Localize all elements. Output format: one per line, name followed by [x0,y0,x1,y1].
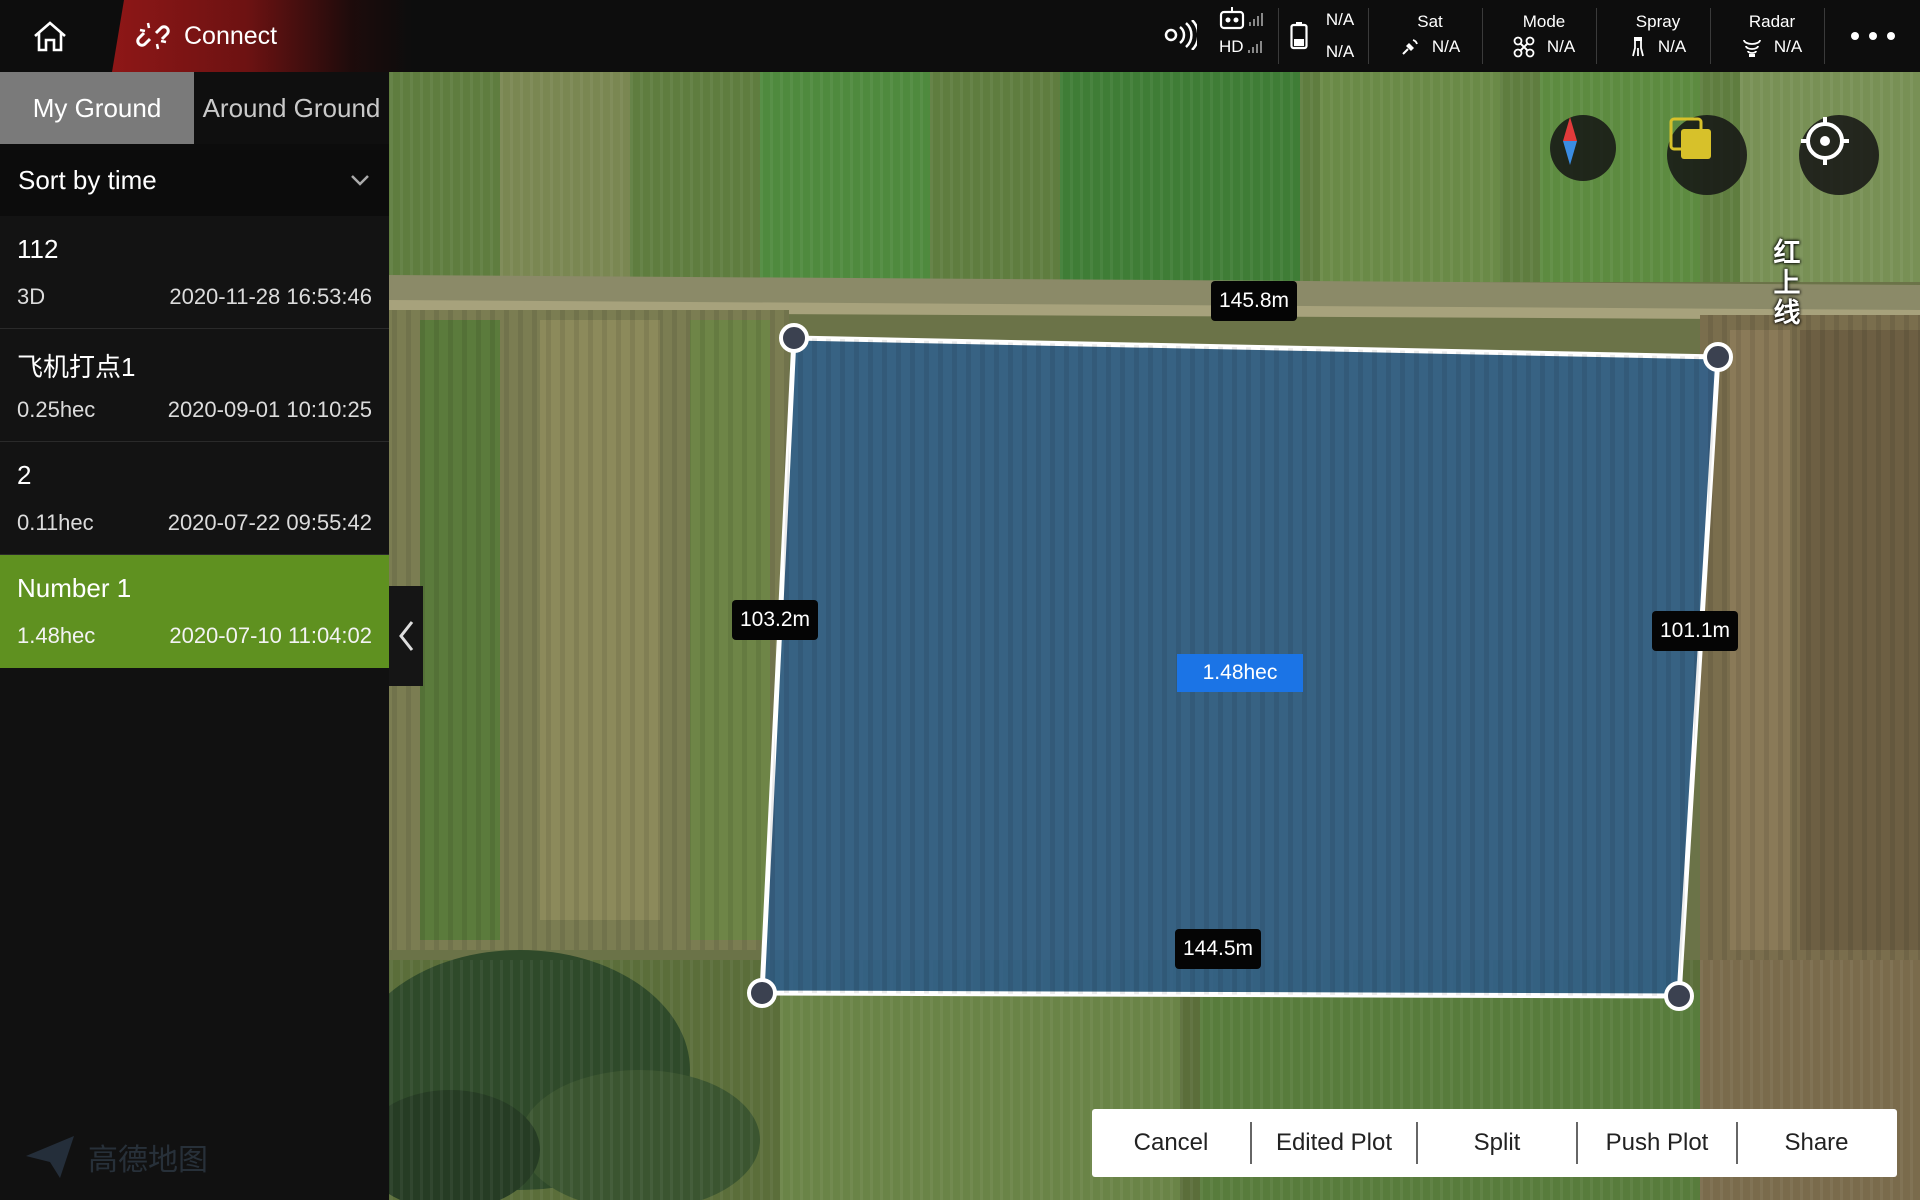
radar-status: Radar N/A [1722,0,1822,72]
spray-value: N/A [1657,37,1687,56]
plot-date: 2020-11-28 16:53:46 [169,284,372,309]
remote-controller-status: HD [1219,6,1267,57]
plot-name: Number 1 [17,573,132,603]
cancel-button[interactable]: Cancel [1092,1109,1250,1177]
plot-area: 3D [17,284,46,309]
sort-label: Sort by time [18,164,157,195]
plot-area-badge: 1.48hec [1177,654,1303,692]
plot-action-bar: Cancel Edited Plot Split Push Plot Share [1092,1109,1897,1177]
sort-dropdown[interactable]: Sort by time [0,144,389,216]
plot-date: 2020-09-01 10:10:25 [167,397,372,422]
plot-area: 0.11hec [17,510,94,535]
radar-title: Radar [1748,12,1796,31]
radar-icon [1742,39,1761,57]
battery-value-1: N/A [1325,10,1355,29]
collapse-panel-button[interactable] [389,586,423,686]
plot-date: 2020-07-10 11:04:02 [169,623,372,648]
plot-list-item[interactable]: 112 3D 2020-11-28 16:53:46 [0,216,389,329]
share-button[interactable]: Share [1738,1109,1895,1177]
spray-status: Spray N/A [1608,0,1708,72]
plot-list-item-selected[interactable]: Number 1 1.48hec 2020-07-10 11:04:02 [0,555,389,668]
map-layer-button[interactable] [1667,115,1747,195]
battery-value-2: N/A [1325,42,1355,61]
mode-value: N/A [1546,37,1576,56]
plot-area: 0.25hec [17,397,96,422]
plot-vertex[interactable] [1703,342,1733,372]
tab-my-ground[interactable]: My Ground [0,72,194,144]
edge-length-top: 145.8m [1211,281,1298,321]
mode-title: Mode [1522,12,1566,31]
plot-vertex[interactable] [747,978,777,1008]
plot-vertex[interactable] [1664,981,1694,1011]
drone-icon [1513,36,1535,58]
radar-value: N/A [1773,37,1803,56]
battery-status: N/A N/A [1320,4,1360,68]
more-dots-icon [1851,32,1895,40]
plot-list-panel: My Ground Around Ground Sort by time 112… [0,72,389,1200]
compass-icon [1563,117,1577,165]
map-provider-watermark: 高德地图 [22,1132,208,1182]
divider [1710,8,1711,64]
mode-status: Mode N/A [1494,0,1594,72]
plot-name: 2 [17,460,32,490]
layers-icon [1669,117,1711,159]
connect-button[interactable]: Connect [112,0,412,72]
broken-link-icon [136,22,170,50]
road-label: 红上线 [1773,238,1801,328]
plot-list-item[interactable]: 飞机打点1 0.25hec 2020-09-01 10:10:25 [0,329,389,442]
divider [1482,8,1483,64]
signal-icon [1163,19,1200,55]
divider [1824,8,1825,64]
top-status-bar: Connect HD N/A N/A Sat N/A Mode N/A Spra… [0,0,1920,72]
connect-label: Connect [184,21,278,50]
remote-controller-icon [1219,7,1263,30]
satellite-icon [1402,39,1418,55]
compass-button[interactable] [1550,115,1616,181]
edited-plot-button[interactable]: Edited Plot [1252,1109,1416,1177]
plot-name: 飞机打点1 [17,352,136,382]
crosshair-icon [1801,117,1849,165]
map-provider-logo-icon [26,1136,74,1178]
split-button[interactable]: Split [1418,1109,1576,1177]
sat-title: Sat [1417,12,1443,31]
watermark-text: 高德地图 [88,1144,208,1177]
chevron-left-icon [399,621,414,651]
push-plot-button[interactable]: Push Plot [1578,1109,1736,1177]
divider [1596,8,1597,64]
home-button[interactable] [0,0,100,72]
plot-list-item[interactable]: 2 0.11hec 2020-07-22 09:55:42 [0,442,389,555]
tab-around-ground[interactable]: Around Ground [194,72,389,144]
more-button[interactable] [1838,20,1908,52]
sat-value: N/A [1431,37,1461,56]
spray-nozzle-icon [1631,37,1644,57]
edge-length-right: 101.1m [1652,611,1739,651]
spray-title: Spray [1635,12,1681,31]
plot-name: 112 [17,234,59,264]
hd-label: HD [1219,37,1244,56]
hd-signal-icon [1247,41,1262,53]
sat-status: Sat N/A [1380,0,1480,72]
locate-button[interactable] [1799,115,1879,195]
edge-length-left: 103.2m [732,600,819,640]
plot-vertex[interactable] [779,323,809,353]
divider [1368,8,1369,64]
home-icon [34,21,66,52]
plot-date: 2020-07-22 09:55:42 [167,510,372,535]
chevron-down-icon [351,175,369,186]
plot-area: 1.48hec [17,623,96,648]
battery-icon [1290,22,1308,55]
divider [1278,8,1279,64]
edge-length-bottom: 144.5m [1175,929,1262,969]
ground-tabs: My Ground Around Ground [0,72,389,144]
